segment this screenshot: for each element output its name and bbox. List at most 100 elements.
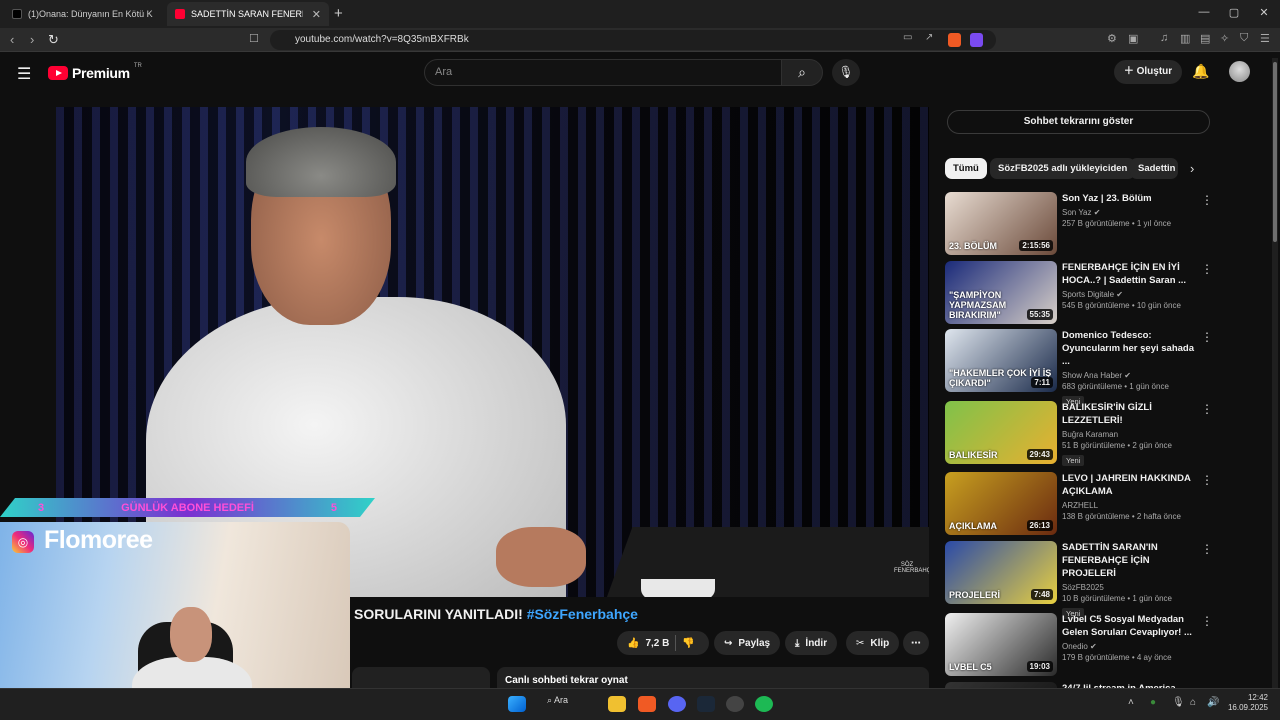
video-title-text: SORULARINI YANITLADI! xyxy=(354,606,523,622)
music-icon[interactable]: ♫ xyxy=(1160,32,1168,44)
vpn-icon[interactable]: ⛉ xyxy=(1240,32,1248,45)
chip-uploader[interactable]: SözFB2025 adlı yükleyiciden xyxy=(990,158,1136,179)
recommendation-title[interactable]: Son Yaz | 23. Bölüm xyxy=(1062,192,1197,205)
back-icon[interactable]: ‹ xyxy=(10,32,14,47)
discord-icon[interactable] xyxy=(668,696,686,712)
channel-name[interactable]: ARZHELL xyxy=(1062,501,1197,510)
tray-mic-icon[interactable]: 🎙 xyxy=(1172,697,1185,708)
maximize-icon[interactable]: ▢ xyxy=(1224,6,1244,19)
rewards-icon[interactable] xyxy=(970,33,983,47)
voice-search-icon[interactable]: 🎙 xyxy=(832,59,860,86)
recommendation-item[interactable]: LVBEL C5 19:03 Lvbel C5 Sosyal Medyadan Ge… xyxy=(945,613,1213,677)
tray-volume-icon[interactable]: 🔊 xyxy=(1207,697,1219,708)
video-thumbnail[interactable]: "ŞAMPİYON YAPMAZSAM BIRAKIRIM" 55:35 xyxy=(945,261,1057,324)
share-icon[interactable]: ↗ xyxy=(925,32,933,43)
video-thumbnail[interactable]: LVBEL C5 19:03 xyxy=(945,613,1057,676)
recommendation-title[interactable]: FENERBAHÇE İÇİN EN İYİ HOCA..? | Sadetti… xyxy=(1062,261,1197,287)
more-vertical-icon[interactable]: ⋮ xyxy=(1201,402,1213,416)
video-thumbnail[interactable]: AÇIKLAMA 26:13 xyxy=(945,472,1057,535)
more-actions-button[interactable]: ⋯ xyxy=(903,631,929,655)
notifications-icon[interactable]: 🔔 xyxy=(1192,63,1209,80)
channel-name[interactable]: SözFB2025 xyxy=(1062,583,1197,592)
search-input[interactable]: Ara xyxy=(424,59,782,86)
address-bar[interactable]: youtube.com/watch?v=8Q35mBXFRBk xyxy=(270,30,996,50)
tray-chevron-icon[interactable]: ˄ xyxy=(1128,697,1134,708)
upload-age: 1 gün önce xyxy=(1132,594,1172,603)
brave-taskbar-icon[interactable] xyxy=(638,696,656,712)
duration-badge: 7:48 xyxy=(1030,589,1053,600)
brave-shield-icon[interactable] xyxy=(948,33,961,47)
recommendation-item[interactable]: "ŞAMPİYON YAPMAZSAM BIRAKIRIM" 55:35 FENER… xyxy=(945,261,1213,325)
channel-name[interactable]: Sports Digitale ✔ xyxy=(1062,290,1197,299)
screen-icon[interactable]: ▭ xyxy=(903,32,912,43)
channel-name[interactable]: Show Ana Haber ✔ xyxy=(1062,371,1197,380)
tray-network-icon[interactable]: ⌂ xyxy=(1190,697,1196,708)
chip-sadettin[interactable]: Sadettin S xyxy=(1130,158,1178,179)
recommendation-item[interactable]: 23. BÖLÜM 2:15:56 Son Yaz | 23. Bölüm Son Y… xyxy=(945,192,1213,256)
recommendation-title[interactable]: BALIKESİR'İN GİZLİ LEZZETLERİ! xyxy=(1062,401,1197,427)
minimize-icon[interactable]: — xyxy=(1194,6,1214,18)
video-hashtag[interactable]: #SözFenerbahçe xyxy=(527,606,638,622)
chip-all[interactable]: Tümü xyxy=(945,158,987,179)
show-chat-replay-button[interactable]: Sohbet tekrarını göster xyxy=(947,110,1210,134)
more-vertical-icon[interactable]: ⋮ xyxy=(1201,614,1213,628)
recommendation-meta: BALIKESİR'İN GİZLİ LEZZETLERİ! Buğra Kara… xyxy=(1062,401,1197,468)
clip-button[interactable]: ✂ Klip xyxy=(846,631,900,655)
spotify-icon[interactable] xyxy=(755,696,773,712)
reload-icon[interactable]: ↻ xyxy=(48,32,59,48)
recommendation-item[interactable]: PROJELERİ 7:48 SADETTİN SARAN'IN FENERBAHÇ… xyxy=(945,541,1213,619)
region-code: TR xyxy=(133,63,142,69)
scrollbar-thumb[interactable] xyxy=(1273,62,1277,242)
recommendation-item[interactable]: "HAKEMLER ÇOK İYİ İŞ ÇIKARDI" 7:11 Domenic… xyxy=(945,329,1213,407)
view-stats: 257 B görüntüleme • 1 yıl önce xyxy=(1062,219,1172,228)
tab-onana[interactable]: (1)Onana: Dünyanın En Kötü Kalecisi xyxy=(4,2,164,26)
channel-name[interactable]: Son Yaz ✔ xyxy=(1062,208,1197,217)
recommendation-title[interactable]: Lvbel C5 Sosyal Medyadan Gelen Soruları … xyxy=(1062,613,1197,639)
search-button[interactable]: ⌕ xyxy=(781,59,823,86)
window-close-icon[interactable]: ✕ xyxy=(1254,6,1274,19)
video-thumbnail[interactable]: PROJELERİ 7:48 xyxy=(945,541,1057,604)
hamburger-menu-icon[interactable]: ☰ xyxy=(17,64,31,84)
more-vertical-icon[interactable]: ⋮ xyxy=(1201,473,1213,487)
menu-icon[interactable]: ☰ xyxy=(1260,32,1270,45)
more-vertical-icon[interactable]: ⋮ xyxy=(1201,542,1213,556)
file-explorer-icon[interactable] xyxy=(608,696,626,712)
video-thumbnail[interactable]: "HAKEMLER ÇOK İYİ İŞ ÇIKARDI" 7:11 xyxy=(945,329,1057,392)
more-vertical-icon[interactable]: ⋮ xyxy=(1201,193,1213,207)
download-button[interactable]: ⤓ İndir xyxy=(785,631,838,655)
video-thumbnail[interactable]: 23. BÖLÜM 2:15:56 xyxy=(945,192,1057,255)
more-vertical-icon[interactable]: ⋮ xyxy=(1201,330,1213,344)
thumbs-down-icon[interactable]: 👎 xyxy=(682,638,694,649)
sidebar-icon[interactable]: ▥ xyxy=(1180,32,1190,45)
close-tab-icon[interactable]: ✕ xyxy=(312,8,321,21)
steam-icon[interactable] xyxy=(697,696,715,712)
tray-app-icon[interactable]: ● xyxy=(1150,697,1156,708)
new-tab-icon[interactable]: + xyxy=(334,5,343,22)
wallet2-icon[interactable]: ▤ xyxy=(1200,32,1210,45)
start-icon[interactable] xyxy=(508,696,526,712)
taskbar-clock[interactable]: 12:42 16.09.2025 xyxy=(1224,693,1268,713)
forward-icon[interactable]: › xyxy=(30,32,34,47)
youtube-logo[interactable]: Premium TR xyxy=(48,63,142,81)
leo-icon[interactable]: ✧ xyxy=(1220,32,1229,45)
obs-icon[interactable] xyxy=(726,696,744,712)
chevron-right-icon[interactable]: › xyxy=(1190,161,1194,176)
recommendation-item[interactable]: AÇIKLAMA 26:13 LEVO | JAHREIN HAKKINDA AÇI… xyxy=(945,472,1213,536)
avatar[interactable] xyxy=(1229,61,1250,82)
recommendation-title[interactable]: Domenico Tedesco: Oyuncularım her şeyi s… xyxy=(1062,329,1197,368)
create-button[interactable]: ＋ Oluştur xyxy=(1114,60,1182,84)
wallet-icon[interactable]: ▣ xyxy=(1128,32,1138,45)
more-vertical-icon[interactable]: ⋮ xyxy=(1201,262,1213,276)
taskbar-search[interactable]: ⌕ Ara xyxy=(547,695,568,706)
tab-youtube[interactable]: SADETTİN SARAN FENERBAHÇE ✕ xyxy=(167,2,329,26)
share-button[interactable]: ↪ Paylaş xyxy=(714,631,781,655)
recommendation-title[interactable]: LEVO | JAHREIN HAKKINDA AÇIKLAMA xyxy=(1062,472,1197,498)
bookmark-icon[interactable]: ☐ xyxy=(249,32,259,45)
extensions-icon[interactable]: ⚙ xyxy=(1107,32,1117,45)
video-thumbnail[interactable]: BALIKESİR 29:43 xyxy=(945,401,1057,464)
channel-name[interactable]: Onedio ✔ xyxy=(1062,642,1197,651)
recommendation-title[interactable]: SADETTİN SARAN'IN FENERBAHÇE İÇİN PROJEL… xyxy=(1062,541,1197,580)
channel-name[interactable]: Buğra Karaman xyxy=(1062,430,1197,439)
like-button[interactable]: 👍 7,2 B 👎 xyxy=(617,631,709,655)
recommendation-item[interactable]: BALIKESİR 29:43 BALIKESİR'İN GİZLİ LEZZETL… xyxy=(945,401,1213,468)
